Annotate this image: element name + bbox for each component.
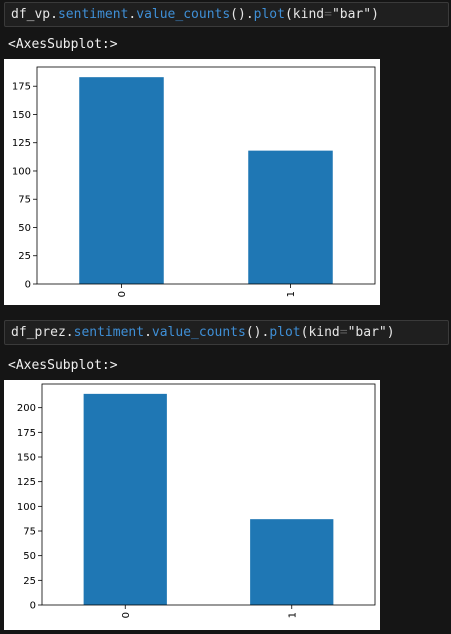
y-tick-label: 125 (17, 477, 36, 488)
code-token: kind (308, 325, 340, 340)
code-input-2[interactable]: df_prez.sentiment.value_counts().plot(ki… (4, 320, 449, 345)
y-tick-label: 175 (17, 428, 36, 439)
bar-chart-2: 0 1 0 25 50 75 100 125 150 175 200 (17, 383, 376, 618)
code-token: () (230, 7, 246, 22)
y-tick-label: 50 (18, 223, 31, 234)
y-tick-label: 25 (23, 576, 36, 587)
code-token: "bar" (347, 325, 387, 340)
y-tick-label: 200 (17, 403, 36, 414)
y-tick-label: 100 (12, 166, 31, 177)
code-token: value_counts (136, 7, 231, 22)
output-label-2: <AxesSubplot:> (8, 358, 118, 373)
output-label-1: <AxesSubplot:> (8, 37, 118, 52)
code-token: ( (284, 7, 293, 22)
bar-0 (79, 77, 164, 284)
code-token: . (65, 325, 74, 340)
code-token: "bar" (331, 7, 372, 22)
code-token: df_prez (11, 325, 66, 340)
code-token: sentiment (57, 7, 129, 22)
bar-1 (248, 150, 333, 284)
y-tick-label: 125 (12, 138, 31, 149)
plot-output-2: 0 1 0 25 50 75 100 125 150 175 200 (4, 380, 380, 630)
y-tick-label: 0 (25, 280, 31, 291)
code-token: ) (371, 7, 379, 22)
y-tick-label: 25 (18, 251, 31, 262)
y-tick-label: 50 (23, 551, 36, 562)
y-tick-label: 175 (12, 82, 31, 93)
y-tick-label: 100 (17, 502, 36, 513)
bar-1 (250, 519, 334, 605)
code-input-1[interactable]: df_vp.sentiment.value_counts().plot(kind… (4, 2, 449, 27)
x-tick-label: 1 (286, 291, 297, 297)
y-tick-label: 150 (17, 453, 36, 464)
code-token: sentiment (73, 325, 145, 340)
code-token: ) (386, 325, 395, 340)
code-token: plot (269, 325, 301, 340)
bar-0 (83, 393, 167, 605)
code-token: value_counts (151, 325, 246, 340)
y-tick-label: 0 (30, 601, 36, 612)
bar-chart-1: 0 1 0 25 50 75 100 125 150 175 (12, 66, 376, 297)
plot-output-1: 0 1 0 25 50 75 100 125 150 175 (4, 59, 380, 305)
code-token: = (324, 7, 332, 22)
y-tick-label: 75 (18, 195, 31, 206)
code-token: () (245, 325, 262, 340)
y-tick-label: 150 (12, 110, 31, 121)
code-token: kind (292, 7, 325, 22)
code-token: . (50, 7, 58, 22)
code-token: . (245, 7, 254, 22)
x-tick-label: 0 (117, 291, 128, 297)
y-tick-label: 75 (23, 527, 36, 538)
x-tick-label: 0 (121, 612, 132, 618)
code-token: . (144, 325, 152, 340)
x-tick-label: 1 (287, 612, 298, 618)
code-token: plot (253, 7, 285, 22)
code-token: df_vp (11, 7, 51, 22)
code-token: = (339, 325, 348, 340)
